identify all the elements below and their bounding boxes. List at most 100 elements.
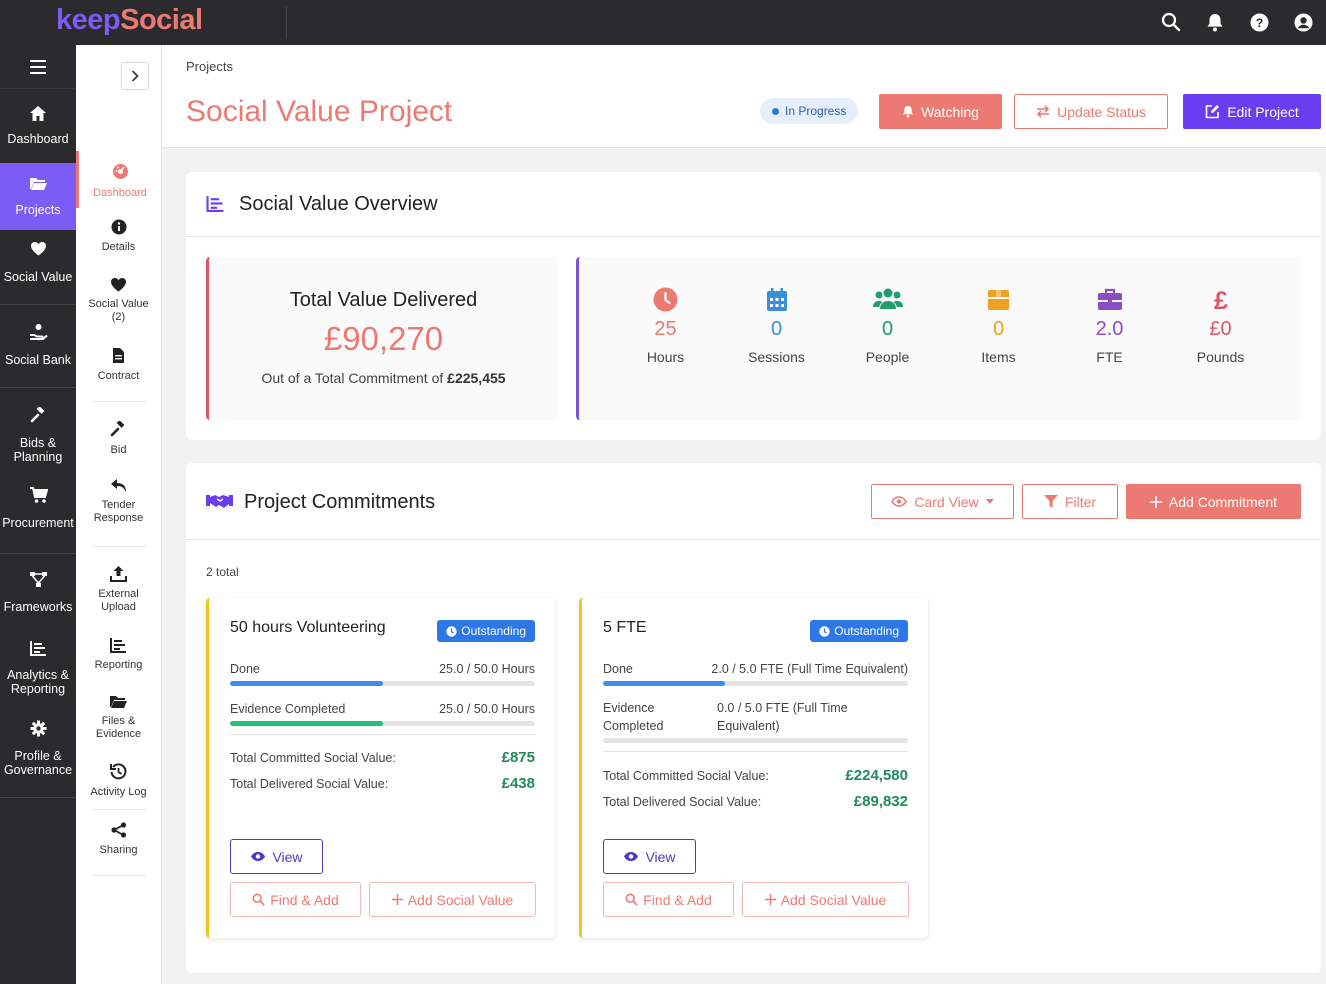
upload-icon	[110, 566, 127, 582]
search-icon	[252, 893, 265, 906]
subnav-item-contract[interactable]: Contract	[76, 347, 161, 387]
gavel-icon	[110, 421, 125, 437]
reply-icon	[111, 479, 126, 492]
top-bar: keepSocial ?	[0, 0, 1326, 45]
add-social-value-button[interactable]: Add Social Value	[369, 882, 536, 917]
done-row: Done 25.0 / 50.0 Hours	[230, 662, 535, 676]
bell-icon[interactable]	[1203, 10, 1227, 34]
stat-sessions: 0 Sessions	[721, 287, 832, 365]
card-view-dropdown[interactable]: Card View	[871, 484, 1014, 519]
subnav-divider	[92, 546, 146, 547]
subnav-item-details[interactable]: Details	[76, 219, 161, 259]
total-value-amount: £90,270	[323, 320, 444, 357]
chart-icon	[110, 638, 126, 653]
box-icon	[988, 290, 1009, 310]
sidebar-item-bids-planning[interactable]: Bids & Planning	[0, 407, 76, 467]
caret-down-icon	[985, 499, 994, 504]
sidebar-item-frameworks[interactable]: Frameworks	[0, 571, 76, 621]
status-badge: In Progress	[760, 98, 859, 124]
subnav-item-reporting[interactable]: Reporting	[76, 637, 161, 677]
commitments-title: Project Commitments	[244, 491, 436, 513]
page-title: Social Value Project	[186, 95, 453, 128]
subnav-item-dashboard[interactable]: Dashboard	[76, 151, 161, 208]
plus-icon	[764, 894, 776, 905]
share-icon	[110, 822, 126, 838]
subnav-item-tender-response[interactable]: Tender Response	[76, 478, 161, 528]
watching-button[interactable]: Watching	[879, 94, 1002, 129]
sidebar-item-analytics-reporting[interactable]: Analytics & Reporting	[0, 640, 76, 700]
user-icon[interactable]	[1291, 10, 1315, 34]
chart-icon	[29, 641, 46, 656]
view-button[interactable]: View	[603, 839, 696, 874]
filter-button[interactable]: Filter	[1022, 484, 1118, 519]
sidebar-divider	[0, 304, 76, 305]
file-contract-icon	[113, 348, 124, 363]
total-value-card: Total Value Delivered £90,270 Out of a T…	[206, 257, 558, 420]
chart-icon	[206, 196, 224, 212]
clock-icon	[446, 625, 457, 637]
home-icon	[30, 106, 46, 121]
subnav-item-external-upload[interactable]: External Upload	[76, 565, 161, 615]
menu-toggle-icon[interactable]	[0, 45, 76, 89]
exchange-icon	[1036, 105, 1050, 118]
commitment-card: 5 FTE Outstanding Done 2.0 / 5.0 FTE (Fu…	[579, 598, 928, 938]
commitment-title: 50 hours Volunteering	[230, 619, 386, 636]
subnav-item-social-value[interactable]: Social Value (2)	[76, 277, 161, 327]
sidebar-divider	[0, 553, 76, 554]
stat-pounds: £ £0 Pounds	[1196, 287, 1245, 365]
done-progress-fill	[230, 681, 383, 686]
sidebar-item-projects[interactable]: Projects	[0, 163, 76, 230]
card-divider	[603, 751, 908, 752]
sidebar-item-procurement[interactable]: Procurement	[0, 487, 76, 537]
sidebar-item-social-bank[interactable]: Social Bank	[0, 323, 76, 373]
stats-card: 25 Hours 0 Sessions 0 People 0 Items 2.0…	[576, 257, 1301, 420]
update-status-button[interactable]: Update Status	[1014, 94, 1168, 129]
folder-open-icon	[29, 178, 47, 190]
palette-icon	[112, 164, 128, 179]
stat-items: 0 Items	[943, 287, 1054, 365]
status-dot-icon	[772, 107, 779, 115]
briefcase-icon	[1097, 288, 1122, 310]
delivered-value-row: Total Delivered Social Value: £438	[230, 775, 535, 792]
view-button[interactable]: View	[230, 839, 323, 874]
app-logo[interactable]: keepSocial	[56, 4, 203, 37]
add-social-value-button[interactable]: Add Social Value	[742, 882, 909, 917]
evidence-progress-fill	[230, 721, 383, 726]
evidence-progress-bar	[603, 738, 908, 743]
edit-project-button[interactable]: Edit Project	[1183, 94, 1321, 129]
subnav-item-activity-log[interactable]: Activity Log	[76, 763, 161, 803]
cog-icon	[30, 720, 46, 737]
eye-icon	[891, 496, 908, 507]
filter-icon	[1043, 495, 1058, 508]
find-add-button[interactable]: Find & Add	[230, 882, 361, 917]
subnav-item-bid[interactable]: Bid	[76, 421, 161, 461]
sidebar-item-profile-governance[interactable]: Profile & Governance	[0, 720, 76, 780]
total-value-label: Total Value Delivered	[289, 289, 478, 311]
find-add-button[interactable]: Find & Add	[603, 882, 734, 917]
breadcrumb[interactable]: Projects	[186, 59, 233, 74]
svg-text:£: £	[1214, 287, 1228, 312]
commitments-count: 2 total	[206, 565, 239, 579]
edit-icon	[1205, 105, 1220, 119]
search-icon[interactable]	[1159, 10, 1183, 34]
sidebar-item-social-value[interactable]: Social Value	[0, 241, 76, 291]
overview-title: Social Value Overview	[239, 193, 438, 215]
card-divider	[230, 734, 535, 735]
sidebar-item-dashboard[interactable]: Dashboard	[0, 105, 76, 155]
overview-header: Social Value Overview	[186, 172, 1321, 237]
status-badge: Outstanding	[437, 620, 535, 642]
info-icon	[111, 219, 126, 235]
expand-subnav-button[interactable]	[121, 62, 149, 90]
main-sidebar: Dashboard Projects Social Value Social B…	[0, 45, 76, 984]
add-commitment-button[interactable]: Add Commitment	[1126, 484, 1301, 519]
plus-icon	[1149, 495, 1162, 508]
cart-icon	[29, 487, 48, 503]
commitment-title: 5 FTE	[603, 619, 647, 636]
status-badge: Outstanding	[810, 620, 908, 642]
commitment-card: 50 hours Volunteering Outstanding Done 2…	[206, 598, 555, 938]
committed-value-row: Total Committed Social Value: £875	[230, 749, 535, 766]
eye-icon	[251, 852, 266, 861]
subnav-item-files-evidence[interactable]: Files & Evidence	[76, 694, 161, 744]
subnav-item-sharing[interactable]: Sharing	[76, 822, 161, 862]
help-icon[interactable]: ?	[1247, 10, 1271, 34]
